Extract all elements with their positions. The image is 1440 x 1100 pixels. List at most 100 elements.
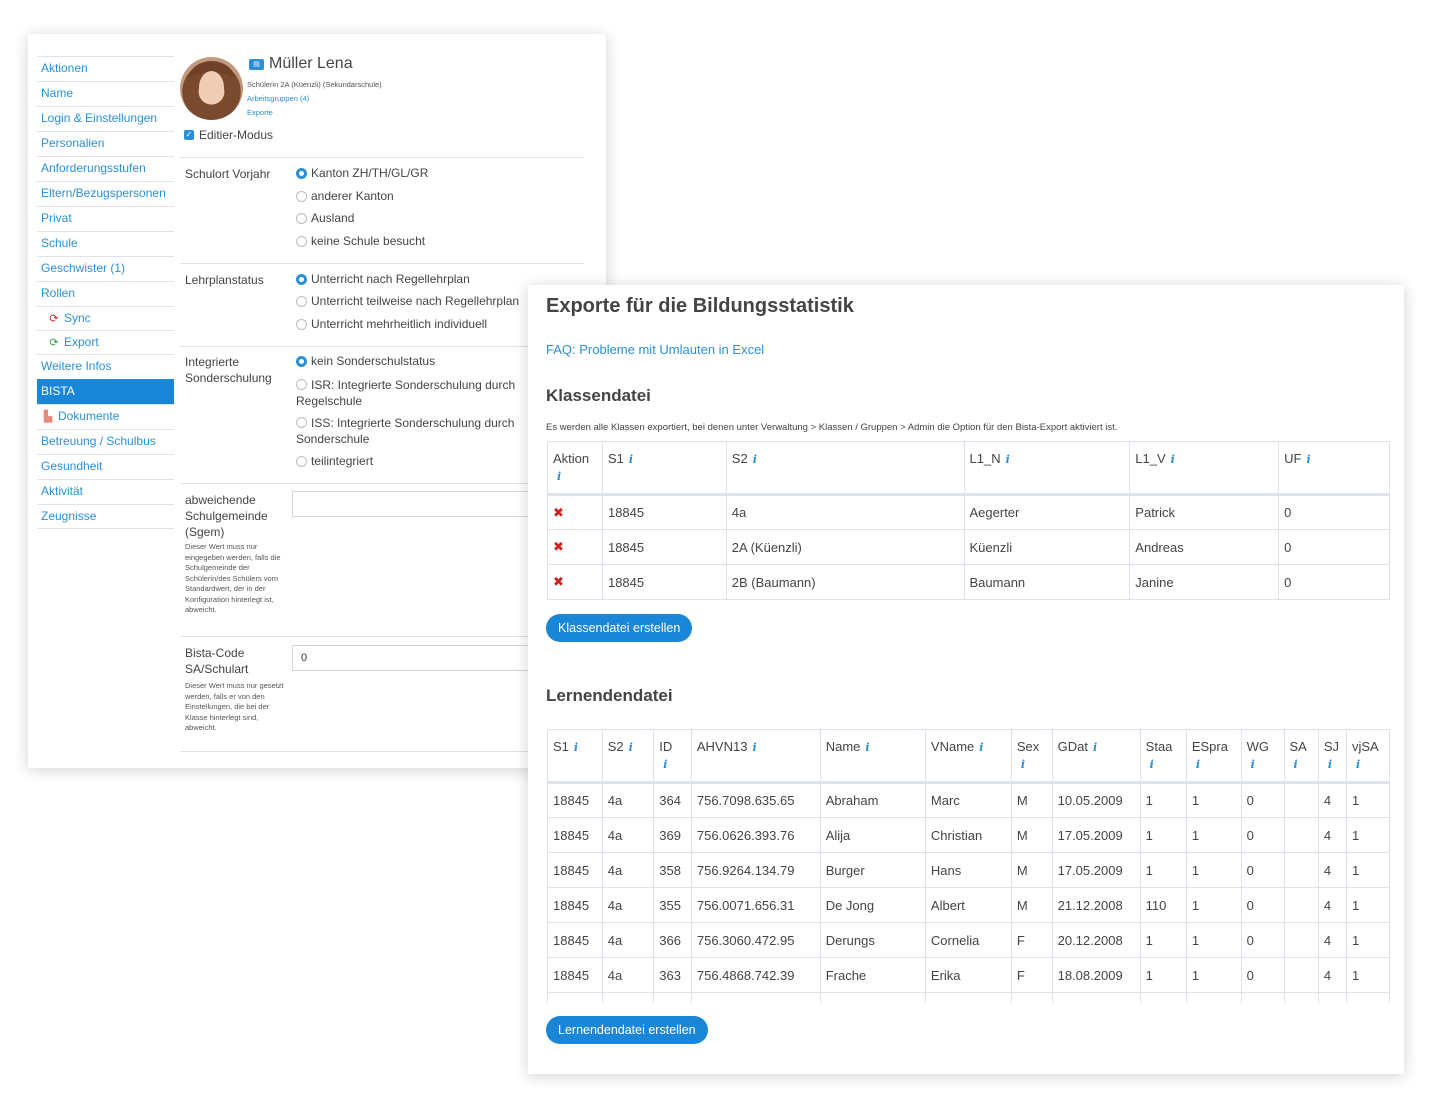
table-cell: 18845	[547, 922, 603, 958]
radio-icon[interactable]	[296, 318, 307, 330]
sidebar-item-export[interactable]: ⟳ Export	[37, 330, 174, 354]
table-cell: De Jong	[819, 887, 926, 923]
exports-link[interactable]: Exporte	[247, 108, 273, 117]
radio-icon[interactable]	[296, 455, 307, 467]
bista-code-label: Bista-Code SA/Schulart	[185, 646, 249, 676]
table-row: ✖ 18845 2B (Baumann) Baumann Janine 0	[547, 564, 1390, 600]
table-cell: 1	[1345, 922, 1391, 958]
info-icon[interactable]: i	[1328, 756, 1341, 774]
table-cell	[1283, 887, 1319, 923]
sidebar-item-geschwister[interactable]: Geschwister (1)	[37, 256, 174, 281]
table-cell	[1283, 957, 1319, 993]
table-cell: M	[1010, 817, 1053, 853]
sidebar-item-weitere-infos[interactable]: Weitere Infos	[37, 354, 174, 379]
table-row: 18845 4a 358 756.9264.134.79 Burger Hans M 17.0…	[547, 852, 1391, 888]
info-icon[interactable]: i	[1306, 453, 1310, 466]
table-cell: 0	[1278, 494, 1390, 530]
faq-umlaute-link[interactable]: FAQ: Probleme mit Umlauten in Excel	[546, 342, 764, 357]
schulort-option-ausland[interactable]: Ausland	[296, 211, 354, 225]
lernendendatei-erstellen-button[interactable]: Lernendendatei erstellen	[546, 1016, 708, 1044]
table-cell: F	[1010, 922, 1053, 958]
column-header: ESpra i	[1185, 729, 1242, 784]
lehrplan-option-teilweise[interactable]: Unterricht teilweise nach Regellehrplan	[296, 294, 519, 308]
radio-icon[interactable]	[296, 295, 307, 307]
workgroups-link[interactable]: Arbeitsgruppen (4)	[247, 94, 309, 103]
info-icon[interactable]: i	[629, 453, 633, 466]
sonderschulung-option-isr[interactable]: ISR: Integrierte Sonderschulung durch Re…	[296, 377, 546, 409]
radio-icon[interactable]	[296, 417, 307, 428]
info-icon[interactable]: i	[1093, 741, 1097, 754]
sonderschulung-option-teilintegriert[interactable]: teilintegriert	[296, 454, 373, 468]
sidebar-item-privat[interactable]: Privat	[37, 206, 174, 231]
delete-icon[interactable]: ✖	[553, 505, 564, 520]
sidebar-item-betreuung[interactable]: Betreuung / Schulbus	[37, 429, 174, 454]
sidebar-item-aktionen[interactable]: Aktionen	[37, 56, 174, 81]
info-icon[interactable]: i	[1021, 756, 1047, 774]
sidebar-item-label: Login & Einstellungen	[41, 111, 158, 125]
table-cell: 369	[653, 817, 692, 853]
table-cell: 4a	[601, 782, 654, 818]
table-cell	[1317, 992, 1347, 1003]
sidebar-item-gesundheit[interactable]: Gesundheit	[37, 454, 174, 479]
info-icon[interactable]: i	[979, 741, 983, 754]
option-label: teilintegriert	[311, 454, 374, 468]
sidebar-item-sync[interactable]: ⟳ Sync	[37, 306, 174, 330]
info-icon[interactable]: i	[1006, 453, 1010, 466]
checkbox-checked-icon[interactable]: ✓	[184, 130, 194, 140]
info-icon[interactable]: i	[557, 468, 597, 486]
bista-export-card: Exporte für die Bildungsstatistik FAQ: P…	[528, 285, 1404, 1074]
sidebar-item-anforderungsstufen[interactable]: Anforderungsstufen	[37, 156, 174, 181]
delete-icon[interactable]: ✖	[553, 539, 564, 554]
sidebar-item-rollen[interactable]: Rollen	[37, 281, 174, 306]
schulort-option-keine[interactable]: keine Schule besucht	[296, 234, 425, 248]
info-icon[interactable]: i	[1356, 756, 1384, 774]
info-icon[interactable]: i	[1171, 453, 1175, 466]
table-cell: 756.3060.472.95	[690, 922, 821, 958]
info-icon[interactable]: i	[1251, 756, 1279, 774]
radio-selected-icon[interactable]	[296, 273, 307, 285]
edit-mode-toggle[interactable]: ✓ Editier-Modus	[184, 128, 273, 142]
info-icon[interactable]: i	[1294, 756, 1313, 774]
radio-icon[interactable]	[296, 212, 307, 224]
info-icon[interactable]: i	[663, 756, 686, 774]
klassendatei-erstellen-button[interactable]: Klassendatei erstellen	[546, 614, 693, 642]
info-icon[interactable]: i	[752, 741, 756, 754]
sonderschulung-option-kein[interactable]: kein Sonderschulstatus	[296, 354, 435, 368]
radio-selected-icon[interactable]	[296, 355, 307, 367]
table-cell: 1	[1185, 852, 1242, 888]
table-cell: Alija	[819, 817, 926, 853]
info-icon[interactable]: i	[629, 741, 633, 754]
info-icon[interactable]: i	[865, 741, 869, 754]
table-cell	[1283, 817, 1319, 853]
info-icon[interactable]: i	[574, 741, 578, 754]
sidebar-item-personalien[interactable]: Personalien	[37, 131, 174, 156]
radio-selected-icon[interactable]	[296, 167, 307, 179]
table-cell: 0	[1240, 922, 1284, 958]
lehrplan-option-regel[interactable]: Unterricht nach Regellehrplan	[296, 272, 470, 286]
radio-icon[interactable]	[296, 379, 307, 390]
lehrplan-option-individuell[interactable]: Unterricht mehrheitlich individuell	[296, 317, 487, 331]
column-header: SA i	[1283, 729, 1319, 784]
table-cell: 21.12.2008	[1051, 887, 1141, 923]
sidebar-item-login[interactable]: Login & Einstellungen	[37, 106, 174, 131]
table-cell: 756.0071.656.31	[690, 887, 821, 923]
edit-mode-label: Editier-Modus	[199, 128, 274, 142]
radio-icon[interactable]	[296, 190, 307, 202]
schulort-option-zh[interactable]: Kanton ZH/TH/GL/GR	[296, 166, 428, 180]
schulort-option-anderer-kanton[interactable]: anderer Kanton	[296, 189, 394, 203]
sidebar-item-eltern[interactable]: Eltern/Bezugspersonen	[37, 181, 174, 206]
sidebar-item-name[interactable]: Name	[37, 81, 174, 106]
sonderschulung-option-iss[interactable]: ISS: Integrierte Sonderschulung durch So…	[296, 415, 546, 447]
sidebar-item-dokumente[interactable]: ▙ Dokumente	[37, 404, 174, 429]
info-icon[interactable]: i	[1196, 756, 1236, 774]
sidebar-item-zeugnisse[interactable]: Zeugnisse	[37, 504, 174, 529]
info-icon[interactable]: i	[753, 453, 757, 466]
sidebar-item-bista[interactable]: BISTA	[37, 379, 174, 404]
radio-icon[interactable]	[296, 235, 307, 247]
table-cell: 17.05.2009	[1051, 852, 1141, 888]
sidebar-item-schule[interactable]: Schule	[37, 231, 174, 256]
info-icon[interactable]: i	[1150, 756, 1181, 774]
sidebar-item-label: Dokumente	[58, 409, 120, 423]
delete-icon[interactable]: ✖	[553, 574, 564, 589]
sidebar-item-aktivitaet[interactable]: Aktivität	[37, 479, 174, 504]
